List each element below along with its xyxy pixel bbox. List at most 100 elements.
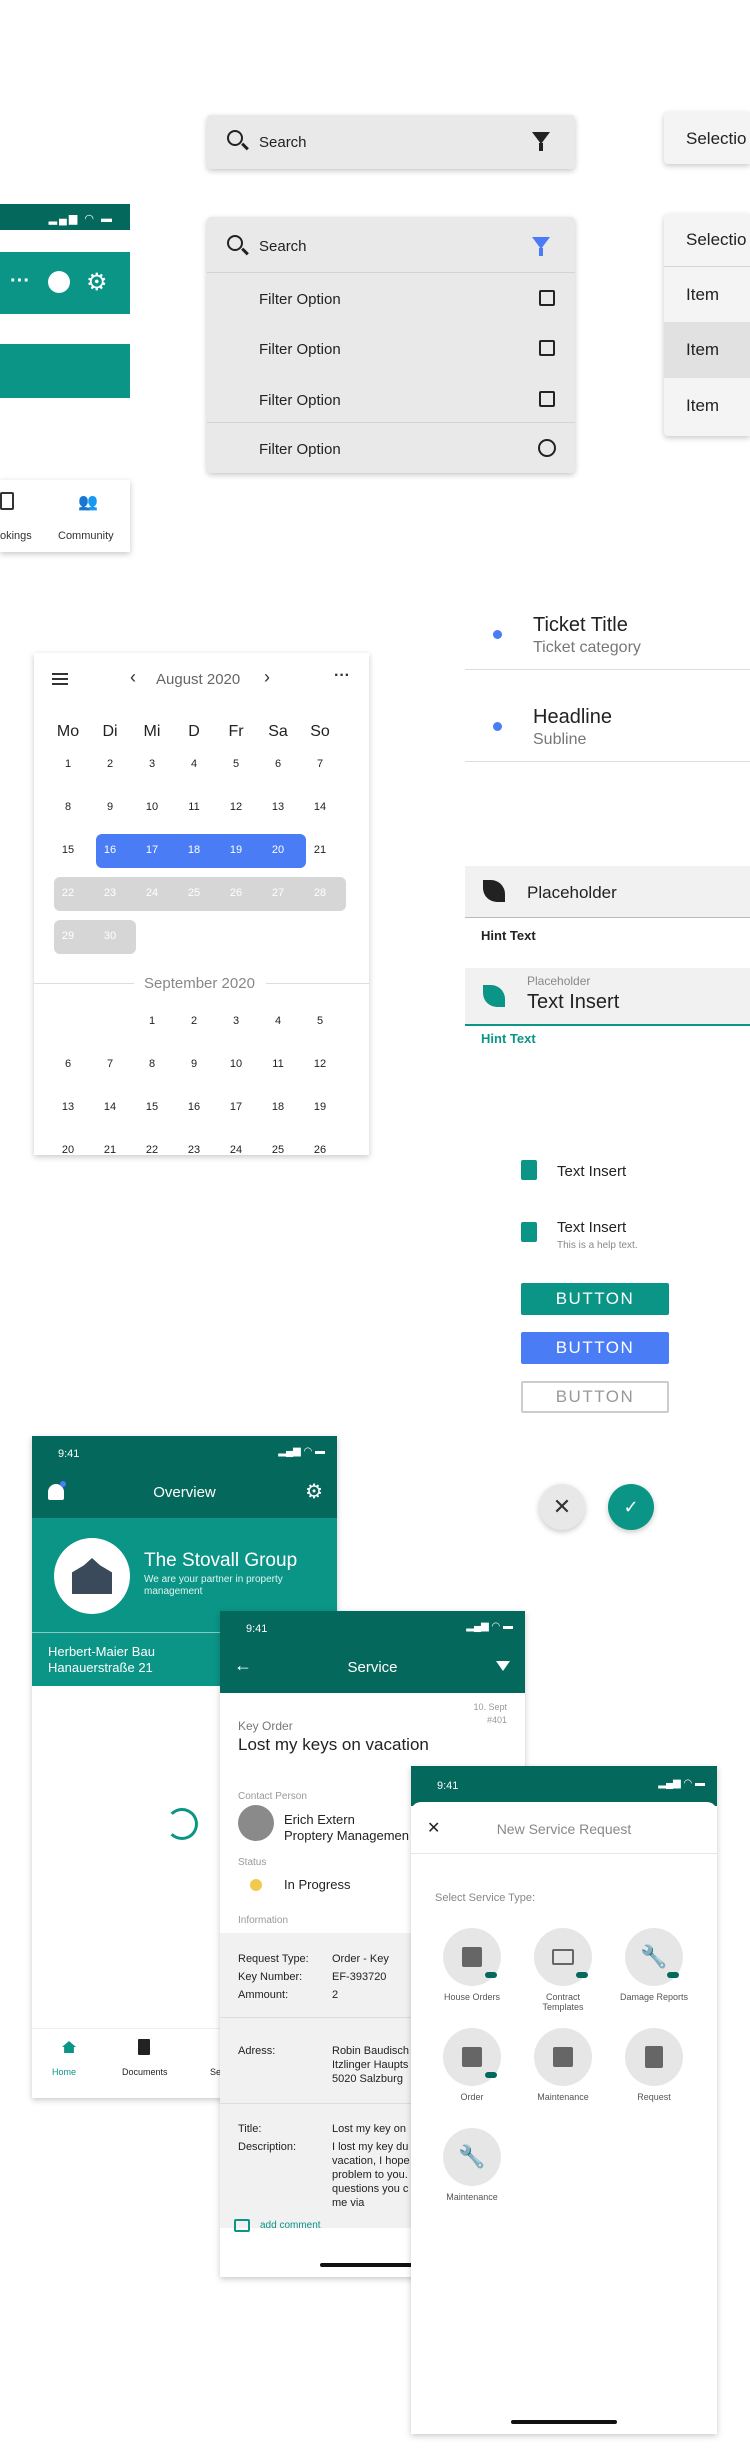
calendar-day[interactable]: 28 xyxy=(307,887,333,899)
calendar-day[interactable]: 22 xyxy=(139,1144,165,1155)
filter-option-row[interactable]: Filter Option xyxy=(207,422,575,473)
list-item[interactable]: Headline Subline xyxy=(465,692,750,762)
calendar-day[interactable]: 26 xyxy=(307,1144,333,1155)
calendar-day[interactable]: 7 xyxy=(97,1058,123,1070)
calendar-day[interactable]: 22 xyxy=(55,887,81,899)
primary-button[interactable]: BUTTON xyxy=(521,1283,669,1315)
calendar-day[interactable]: 10 xyxy=(223,1058,249,1070)
calendar-day[interactable]: 19 xyxy=(223,844,249,856)
calendar-day[interactable]: 13 xyxy=(265,801,291,813)
selection-item[interactable]: Item xyxy=(664,266,750,322)
calendar-day[interactable]: 1 xyxy=(55,758,81,770)
filter-option-row[interactable]: Filter Option xyxy=(207,374,575,425)
calendar-day[interactable]: 16 xyxy=(181,1101,207,1113)
filter-checkbox[interactable] xyxy=(539,290,555,306)
calendar-day[interactable]: 2 xyxy=(97,758,123,770)
calendar-day[interactable]: 30 xyxy=(97,930,123,942)
calendar-day[interactable]: 24 xyxy=(139,887,165,899)
document-icon[interactable] xyxy=(138,2039,150,2055)
more-icon[interactable]: ··· xyxy=(10,270,30,293)
calendar-day[interactable]: 20 xyxy=(55,1144,81,1155)
calendar-day[interactable]: 3 xyxy=(223,1015,249,1027)
calendar-day[interactable]: 11 xyxy=(265,1058,291,1070)
calendar-day[interactable]: 18 xyxy=(181,844,207,856)
calendar-day[interactable]: 13 xyxy=(55,1101,81,1113)
add-comment-link[interactable]: add comment xyxy=(260,2220,321,2231)
prev-month-icon[interactable]: ‹ xyxy=(130,667,136,688)
calendar-day[interactable]: 25 xyxy=(181,887,207,899)
text-input-empty[interactable]: Placeholder xyxy=(465,866,750,918)
calendar-day[interactable]: 8 xyxy=(139,1058,165,1070)
calendar-day[interactable]: 2 xyxy=(181,1015,207,1027)
filter-option-row[interactable]: Filter Option xyxy=(207,272,575,323)
calendar-day[interactable]: 1 xyxy=(139,1015,165,1027)
comment-icon[interactable] xyxy=(234,2219,250,2232)
nav-home[interactable]: Home xyxy=(52,2067,76,2077)
service-type-house-orders[interactable]: House Orders xyxy=(434,1928,510,2002)
service-type-damage-reports[interactable]: 🔧 Damage Reports xyxy=(616,1928,692,2002)
selection-field[interactable]: Selectio xyxy=(664,112,750,164)
filter-checkbox[interactable] xyxy=(539,391,555,407)
calendar-day[interactable]: 3 xyxy=(139,758,165,770)
accent-button[interactable]: BUTTON xyxy=(521,1332,669,1364)
calendar-day[interactable]: 17 xyxy=(139,844,165,856)
selection-item[interactable]: Item xyxy=(664,378,750,434)
cancel-button[interactable]: ✕ xyxy=(539,1484,585,1530)
calendar-day[interactable]: 23 xyxy=(97,887,123,899)
calendar-day[interactable]: 16 xyxy=(97,844,123,856)
bookings-icon[interactable] xyxy=(0,492,14,510)
calendar-day[interactable]: 4 xyxy=(181,758,207,770)
calendar-day[interactable]: 6 xyxy=(265,758,291,770)
calendar-day[interactable]: 24 xyxy=(223,1144,249,1155)
service-type-request[interactable]: Request xyxy=(616,2028,692,2102)
selection-item-selected[interactable]: Item xyxy=(664,322,750,378)
calendar-day[interactable]: 27 xyxy=(265,887,291,899)
calendar-day[interactable]: 11 xyxy=(181,801,207,813)
community-icon[interactable]: 👥 xyxy=(78,492,98,512)
calendar-day[interactable]: 8 xyxy=(55,801,81,813)
list-item[interactable]: Ticket Title Ticket category xyxy=(465,600,750,670)
settings-icon[interactable]: ⚙ xyxy=(305,1479,323,1504)
calendar-day[interactable]: 5 xyxy=(223,758,249,770)
calendar-day[interactable]: 14 xyxy=(307,801,333,813)
filter-option-row[interactable]: Filter Option xyxy=(207,323,575,374)
calendar-day[interactable]: 5 xyxy=(307,1015,333,1027)
calendar-day[interactable]: 21 xyxy=(307,844,333,856)
filter-icon[interactable] xyxy=(496,1661,510,1671)
calendar-day[interactable]: 15 xyxy=(139,1101,165,1113)
calendar-day[interactable]: 21 xyxy=(97,1144,123,1155)
calendar-day[interactable]: 12 xyxy=(307,1058,333,1070)
confirm-button[interactable]: ✓ xyxy=(608,1484,654,1530)
search-bar[interactable]: Search xyxy=(207,115,575,169)
settings-icon[interactable]: ⚙ xyxy=(86,268,108,297)
calendar-day[interactable]: 12 xyxy=(223,801,249,813)
calendar-day[interactable]: 20 xyxy=(265,844,291,856)
calendar-day[interactable]: 18 xyxy=(265,1101,291,1113)
calendar-day[interactable]: 29 xyxy=(55,930,81,942)
calendar-day[interactable]: 17 xyxy=(223,1101,249,1113)
filter-search-input[interactable]: Search xyxy=(259,238,307,255)
calendar-day[interactable]: 6 xyxy=(55,1058,81,1070)
account-icon[interactable] xyxy=(48,271,70,293)
filter-checkbox[interactable] xyxy=(539,340,555,356)
service-type-maintenance-2[interactable]: 🔧 Maintenance xyxy=(434,2128,510,2202)
nav-bookings-label[interactable]: okings xyxy=(0,530,32,542)
service-type-contract-templates[interactable]: Contract Templates xyxy=(525,1928,601,2012)
outline-button[interactable]: BUTTON xyxy=(521,1381,669,1413)
calendar-day[interactable]: 7 xyxy=(307,758,333,770)
more-icon[interactable]: ··· xyxy=(334,667,350,685)
calendar-day[interactable]: 14 xyxy=(97,1101,123,1113)
calendar-day[interactable]: 10 xyxy=(139,801,165,813)
calendar-day[interactable]: 4 xyxy=(265,1015,291,1027)
calendar-day[interactable]: 26 xyxy=(223,887,249,899)
calendar-day[interactable]: 15 xyxy=(55,844,81,856)
service-type-maintenance[interactable]: Maintenance xyxy=(525,2028,601,2102)
calendar-day[interactable]: 9 xyxy=(97,801,123,813)
next-month-icon[interactable]: › xyxy=(264,667,270,688)
nav-documents[interactable]: Documents xyxy=(122,2067,168,2077)
calendar-day[interactable]: 9 xyxy=(181,1058,207,1070)
filter-radio[interactable] xyxy=(538,439,556,457)
service-type-order[interactable]: Order xyxy=(434,2028,510,2102)
text-input-filled[interactable]: Placeholder Text Insert xyxy=(465,968,750,1026)
nav-community-label[interactable]: Community xyxy=(58,530,114,542)
